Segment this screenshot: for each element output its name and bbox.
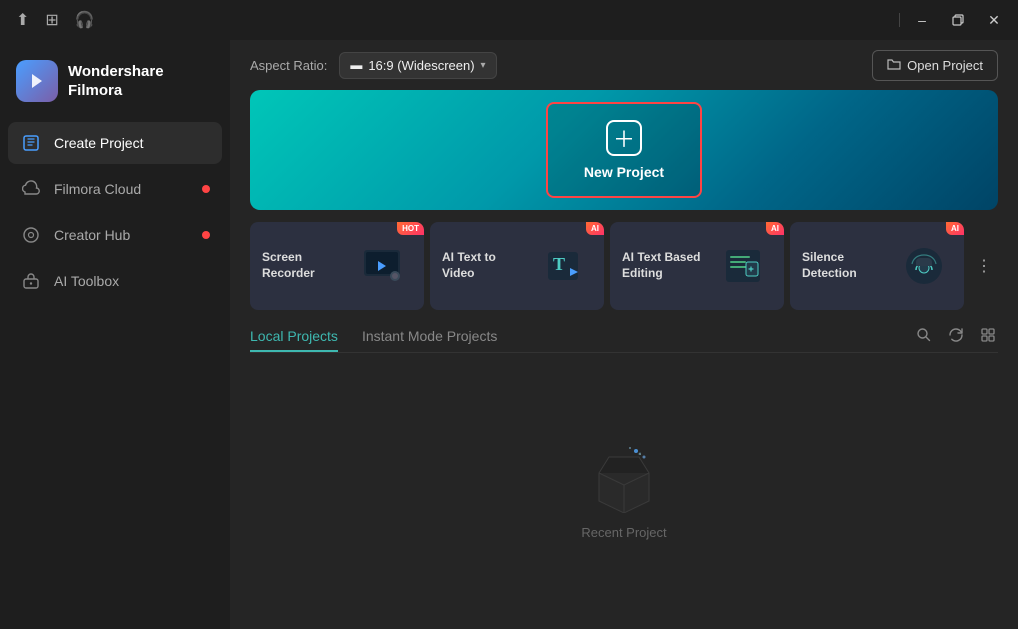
titlebar-tools: ⬆ ⊞ 🎧 [16, 10, 95, 30]
app-logo-text: Wondershare Filmora [68, 62, 164, 101]
sidebar-label-filmora-cloud: Filmora Cloud [54, 181, 141, 197]
aspect-ratio-icon: ▬ [350, 58, 362, 72]
open-project-label: Open Project [907, 58, 983, 73]
window-controls: – ✕ [906, 6, 1010, 34]
sidebar-item-creator-hub[interactable]: Creator Hub [8, 214, 222, 256]
feature-card-ai-text-based-editing[interactable]: AI Text Based Editing AI [610, 222, 784, 310]
open-project-folder-icon [887, 57, 901, 74]
projects-area: Local Projects Instant Mode Projects [250, 322, 998, 629]
main-content: Aspect Ratio: ▬ 16:9 (Widescreen) ▾ Open… [230, 40, 1018, 629]
titlebar-separator [899, 13, 900, 27]
grid-view-button[interactable] [978, 325, 998, 350]
empty-box-icon [584, 443, 664, 513]
ai-text-based-editing-badge: AI [766, 222, 784, 235]
search-projects-button[interactable] [914, 325, 934, 350]
app-body: Wondershare Filmora Create Project [0, 40, 1018, 629]
new-project-plus-icon: ＋ [606, 120, 642, 156]
app-logo-icon [16, 60, 58, 102]
feature-cards: Screen Recorder HOT AI Text to Video [250, 222, 998, 310]
upload-icon[interactable]: ⬆ [16, 10, 29, 30]
hero-banner: ＋ New Project [250, 90, 998, 210]
ai-toolbox-icon [20, 270, 42, 292]
sidebar-nav: Create Project Filmora Cloud [0, 122, 230, 302]
tab-local-projects[interactable]: Local Projects [250, 322, 338, 352]
tab-actions [914, 325, 998, 350]
restore-button[interactable] [942, 6, 974, 34]
sidebar: Wondershare Filmora Create Project [0, 40, 230, 629]
ai-text-to-video-image: T [536, 234, 592, 298]
screen-recorder-badge: HOT [397, 222, 424, 235]
projects-tabs: Local Projects Instant Mode Projects [250, 322, 998, 353]
aspect-dropdown-arrow: ▾ [481, 60, 486, 71]
filmora-cloud-badge [202, 185, 210, 193]
create-project-icon [20, 132, 42, 154]
new-project-label: New Project [584, 164, 664, 180]
close-button[interactable]: ✕ [978, 6, 1010, 34]
sidebar-label-creator-hub: Creator Hub [54, 227, 130, 243]
feature-card-ai-text-to-video[interactable]: AI Text to Video T AI [430, 222, 604, 310]
topbar: Aspect Ratio: ▬ 16:9 (Widescreen) ▾ Open… [230, 40, 1018, 90]
feature-card-silence-detection[interactable]: Silence Detection AI [790, 222, 964, 310]
filmora-cloud-icon [20, 178, 42, 200]
empty-state-label: Recent Project [581, 525, 666, 540]
silence-detection-label: Silence Detection [802, 250, 886, 281]
svg-text:T: T [553, 254, 565, 274]
aspect-ratio-select[interactable]: ▬ 16:9 (Widescreen) ▾ [339, 52, 496, 79]
ai-text-to-video-badge: AI [586, 222, 604, 235]
open-project-button[interactable]: Open Project [872, 50, 998, 81]
sidebar-label-create-project: Create Project [54, 135, 143, 151]
tab-instant-mode-projects[interactable]: Instant Mode Projects [362, 322, 497, 352]
empty-state: Recent Project [250, 353, 998, 629]
sidebar-item-create-project[interactable]: Create Project [8, 122, 222, 164]
sidebar-label-ai-toolbox: AI Toolbox [54, 273, 119, 289]
silence-detection-badge: AI [946, 222, 964, 235]
silence-detection-image [896, 234, 952, 298]
aspect-ratio-value: 16:9 (Widescreen) [368, 58, 474, 73]
logo-area: Wondershare Filmora [0, 50, 230, 122]
sidebar-item-filmora-cloud[interactable]: Filmora Cloud [8, 168, 222, 210]
creator-hub-icon [20, 224, 42, 246]
screen-recorder-label: Screen Recorder [262, 250, 346, 281]
titlebar: ⬆ ⊞ 🎧 – ✕ [0, 0, 1018, 40]
more-cards-button[interactable]: ⋮ [970, 222, 998, 310]
sidebar-item-ai-toolbox[interactable]: AI Toolbox [8, 260, 222, 302]
refresh-projects-button[interactable] [946, 325, 966, 350]
feature-card-screen-recorder[interactable]: Screen Recorder HOT [250, 222, 424, 310]
screen-recorder-image [356, 234, 412, 298]
grid-icon[interactable]: ⊞ [45, 10, 58, 30]
aspect-ratio-label: Aspect Ratio: [250, 58, 327, 73]
ai-text-based-editing-label: AI Text Based Editing [622, 250, 706, 281]
ai-text-to-video-label: AI Text to Video [442, 250, 526, 281]
minimize-button[interactable]: – [906, 6, 938, 34]
creator-hub-badge [202, 231, 210, 239]
new-project-button[interactable]: ＋ New Project [546, 102, 702, 198]
headset-icon[interactable]: 🎧 [75, 10, 95, 30]
ai-text-based-editing-image [716, 234, 772, 298]
